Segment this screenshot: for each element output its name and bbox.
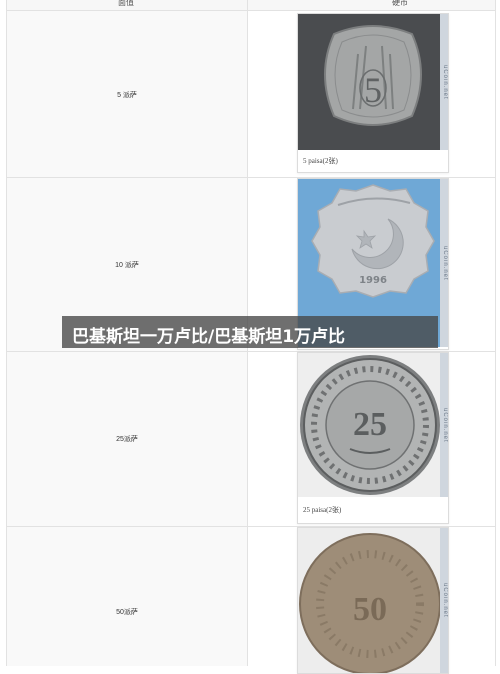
header-denomination: 面值 [118,0,134,7]
denomination-label: 5 派萨 [117,92,137,99]
header-coin: 硬币 [392,0,408,7]
table-row: 5 派萨 5 uCoin.net 5 paisa(2张) [7,11,495,178]
title-banner: 巴基斯坦一万卢比/巴基斯坦1万卢比 [62,316,438,348]
denomination-label: 10 派萨 [115,262,139,269]
denomination-label: 50派萨 [116,609,138,616]
coin-photo[interactable]: 5 uCoin.net [298,14,448,150]
coin-card[interactable]: 50 uCoin.net [297,527,449,674]
denomination-label: 25派萨 [116,436,138,443]
denomination-cell [7,527,247,666]
watermark-strip: uCoin.net [440,528,448,673]
coin-card[interactable]: 25 uCoin.net 25 paisa(2张) [297,352,449,524]
coin-numeral: 25 [353,406,387,443]
table-header: 面值 硬币 [7,0,495,11]
table-row: 25派萨 25 uCoin.net 25 paisa(2张) [7,352,495,527]
table-row: 50派萨 50 uCoin.net [7,527,495,674]
coin-photo[interactable]: 25 uCoin.net [298,353,448,497]
coin-card[interactable]: 5 uCoin.net 5 paisa(2张) [297,13,449,173]
coin-year: 1996 [359,275,387,286]
watermark-strip: uCoin.net [440,353,448,497]
watermark-strip: uCoin.net [440,179,448,347]
coin-numeral: 50 [353,591,387,628]
coin-caption: 5 paisa(2张) [303,157,338,165]
banner-title: 巴基斯坦一万卢比/巴基斯坦1万卢比 [72,327,346,347]
coin-photo[interactable]: 50 uCoin.net [298,528,448,673]
watermark-strip: uCoin.net [440,14,448,150]
coin-caption: 25 paisa(2张) [303,506,342,514]
